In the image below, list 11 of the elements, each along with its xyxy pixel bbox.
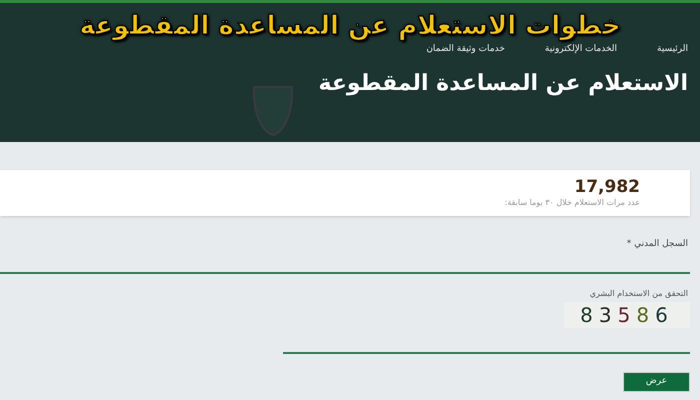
stats-caption: عدد مرات الاستعلام خلال ٣٠ يوما سابقة: bbox=[504, 197, 640, 209]
nav-link[interactable]: الرئيسية bbox=[657, 43, 688, 56]
civil-id-label: السجل المدني * bbox=[626, 238, 689, 251]
captcha-label: التحقق من الاستخدام البشري bbox=[588, 288, 689, 300]
nav-link[interactable]: الخدمات الإلكترونية bbox=[544, 43, 617, 56]
stats-value: 17,982 bbox=[573, 177, 640, 197]
page-title: الاستعلام عن المساعدة المقطوعة bbox=[318, 70, 688, 98]
overlay-title: خطوات الاستعلام عن المساعدة المقطوعة bbox=[79, 10, 621, 43]
nav-link[interactable]: خدمات وثيقة الضمان bbox=[426, 43, 505, 56]
shield-icon bbox=[250, 83, 296, 139]
submit-button[interactable]: عرض bbox=[623, 372, 690, 392]
